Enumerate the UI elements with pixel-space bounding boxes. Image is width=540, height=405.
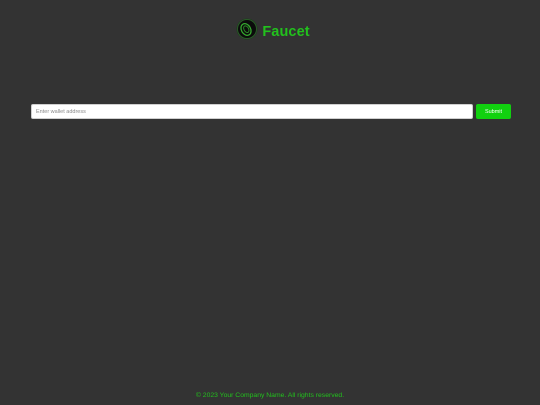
wallet-address-input[interactable]	[31, 104, 473, 119]
faucet-logo-icon	[236, 18, 258, 40]
header: Faucet	[0, 16, 540, 42]
footer-copyright: © 2023 Your Company Name. All rights res…	[195, 392, 345, 399]
faucet-page: Faucet Submit © 2023 Your Company Name. …	[0, 0, 540, 405]
page-title: Faucet	[262, 24, 310, 40]
submit-button[interactable]: Submit	[476, 104, 511, 119]
brand: Faucet	[236, 18, 310, 40]
wallet-form: Submit	[31, 104, 511, 119]
